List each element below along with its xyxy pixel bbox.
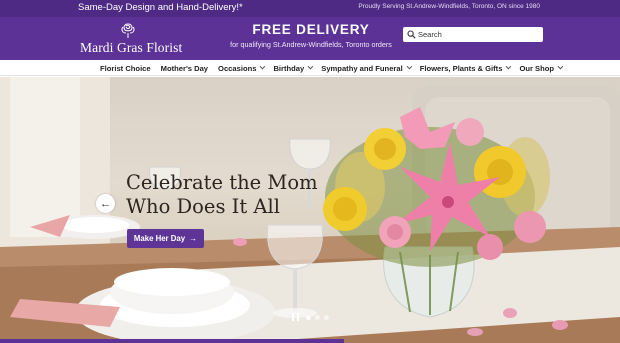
rose-logo-icon (121, 23, 135, 38)
arrow-right-icon: → (189, 234, 198, 243)
logo[interactable]: Mardi Gras Florist (80, 21, 190, 59)
main-nav: Florist Choice Mother's Day Occasions Bi… (0, 60, 620, 76)
free-delivery-banner: FREE DELIVERY for qualifying St.Andrew-W… (222, 22, 400, 49)
delivery-subtitle: for qualifying St.Andrew-Windfields, Tor… (230, 40, 392, 49)
cta-label: Make Her Day (133, 234, 186, 243)
logo-text: Mardi Gras Florist (80, 40, 183, 55)
search-icon[interactable] (407, 30, 416, 39)
promo-text: Same-Day Design and Hand-Delivery!* (78, 2, 243, 13)
chevron-down-icon (307, 63, 314, 70)
make-her-day-button[interactable]: Make Her Day → (127, 229, 204, 248)
chevron-down-icon (260, 63, 266, 70)
hero-carousel: Celebrate the Mom Who Does It All Make H… (0, 77, 620, 343)
nav-item-flowers-plants-gifts[interactable]: Flowers, Plants & Gifts (420, 63, 512, 73)
serving-text: Proudly Serving St.Andrew-Windfields, To… (358, 3, 540, 10)
arrow-left-icon: ← (100, 197, 111, 210)
nav-item-occasions[interactable]: Occasions (218, 63, 266, 73)
search-box[interactable] (403, 27, 543, 42)
chevron-down-icon (406, 63, 412, 70)
pause-icon[interactable] (292, 313, 300, 321)
site-header: Mardi Gras Florist FREE DELIVERY for qua… (0, 17, 620, 60)
delivery-title: FREE DELIVERY (252, 22, 370, 37)
nav-item-birthday[interactable]: Birthday (273, 63, 314, 73)
carousel-dot-1[interactable] (306, 315, 311, 320)
carousel-dot-2[interactable] (315, 315, 320, 320)
nav-item-mothers-day[interactable]: Mother's Day (161, 64, 208, 73)
chevron-down-icon (557, 63, 564, 70)
search-input[interactable] (418, 27, 538, 42)
carousel-prev-button[interactable]: ← (96, 194, 115, 213)
nav-item-florist-choice[interactable]: Florist Choice (100, 64, 151, 73)
nav-item-sympathy-funeral[interactable]: Sympathy and Funeral (321, 63, 412, 73)
chevron-down-icon (506, 63, 512, 70)
nav-item-our-shop[interactable]: Our Shop (519, 63, 564, 73)
carousel-dot-3[interactable] (324, 315, 329, 320)
headline-line-2: Who Does It All (126, 195, 280, 218)
top-bar: Same-Day Design and Hand-Delivery!* Prou… (0, 0, 620, 17)
hero-headline: Celebrate the Mom Who Does It All (126, 171, 318, 219)
headline-line-1: Celebrate the Mom (126, 171, 318, 194)
carousel-progress-bar (0, 339, 344, 343)
